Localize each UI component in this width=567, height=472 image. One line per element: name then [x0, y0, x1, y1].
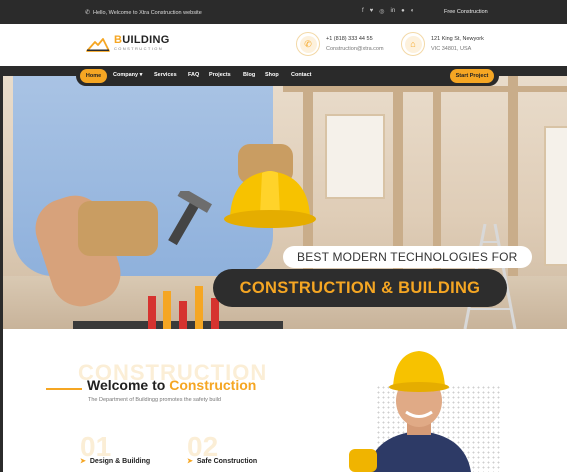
email-address[interactable]: Construction@xtra.com [326, 44, 384, 54]
main-nav: Home Company ▾ Services FAQ Projects Blo… [76, 66, 499, 86]
chevron-down-icon: ▾ [139, 72, 143, 78]
worker-portrait [349, 351, 471, 472]
nav-contact[interactable]: Contact [291, 72, 311, 78]
address-line-2: VIC 34801, USA [431, 46, 472, 52]
free-construction-link[interactable]: Free Construction [444, 9, 488, 15]
title-accent-line [46, 388, 82, 390]
phone-number[interactable]: +1 (818) 333 44 55 [326, 34, 384, 44]
glove [78, 201, 158, 256]
window [544, 126, 567, 266]
address-contact: ⌂ 121 King St, Newyork VIC 34801, USA [401, 32, 484, 56]
home-icon-circle: ⌂ [401, 32, 425, 56]
pointer-icon: ➤ [80, 458, 86, 465]
nav-company[interactable]: Company ▾ [113, 72, 142, 78]
logo-brand: BUILDING [114, 34, 170, 46]
social-links: f ♥ ◎ in ● ◐ [362, 8, 414, 15]
linkedin-icon[interactable]: in [390, 8, 395, 15]
start-project-button[interactable]: Start Project [450, 69, 494, 83]
nav-faq[interactable]: FAQ [188, 72, 199, 78]
nav-blog[interactable]: Blog [243, 72, 255, 78]
logo-house-icon [86, 38, 110, 52]
hammer-icon [168, 191, 212, 246]
welcome-section: CONSTRUCTION Welcome to Construction The… [3, 329, 567, 472]
welcome-message: ✆ Hello, Welcome to Xtra Construction we… [85, 9, 202, 17]
twitter-icon[interactable]: ♥ [370, 8, 374, 15]
home-icon: ⌂ [404, 35, 422, 53]
page: ✆ Hello, Welcome to Xtra Construction we… [0, 0, 567, 472]
skype-icon[interactable]: ◐ [411, 8, 415, 15]
nav-projects[interactable]: Projects [209, 72, 231, 78]
window [325, 114, 385, 199]
site-header: BUILDING CONSTRUCTION ✆ +1 (818) 333 44 … [0, 24, 567, 66]
phone-icon-circle: ✆ [296, 32, 320, 56]
nav-shop[interactable]: Shop [265, 72, 279, 78]
hero-caption-main: CONSTRUCTION & BUILDING [213, 269, 507, 307]
address-line-1: 121 King St, Newyork [431, 35, 484, 42]
hero-caption-top: BEST MODERN TECHNOLOGIES FOR [283, 246, 532, 268]
hard-hat-icon [224, 171, 316, 228]
pinterest-icon[interactable]: ● [401, 8, 405, 15]
phone-contact: ✆ +1 (818) 333 44 55 Construction@xtra.c… [296, 32, 384, 56]
facebook-icon[interactable]: f [362, 8, 364, 15]
instagram-icon[interactable]: ◎ [379, 8, 384, 15]
welcome-tagline: The Department of Buildingg promotes the… [88, 397, 221, 403]
welcome-title: Welcome to Construction [87, 377, 257, 393]
nav-home[interactable]: Home [80, 69, 107, 83]
hero-banner: BEST MODERN TECHNOLOGIES FOR CONSTRUCTIO… [3, 76, 567, 329]
top-bar: ✆ Hello, Welcome to Xtra Construction we… [0, 0, 567, 24]
phone-icon: ✆ [299, 35, 317, 53]
pointer-icon: ➤ [187, 458, 193, 465]
ceiling-beam [283, 86, 567, 92]
logo-text: BUILDING CONSTRUCTION [114, 35, 170, 51]
logo[interactable]: BUILDING CONSTRUCTION [86, 34, 170, 52]
service-item[interactable]: ➤ Safe Construction [187, 457, 257, 466]
phone-icon: ✆ [85, 10, 91, 16]
service-item[interactable]: ➤ Design & Building [80, 457, 150, 466]
welcome-text: Hello, Welcome to Xtra Construction webs… [93, 9, 202, 16]
nav-services[interactable]: Services [154, 72, 177, 78]
logo-subtitle: CONSTRUCTION [114, 46, 164, 51]
